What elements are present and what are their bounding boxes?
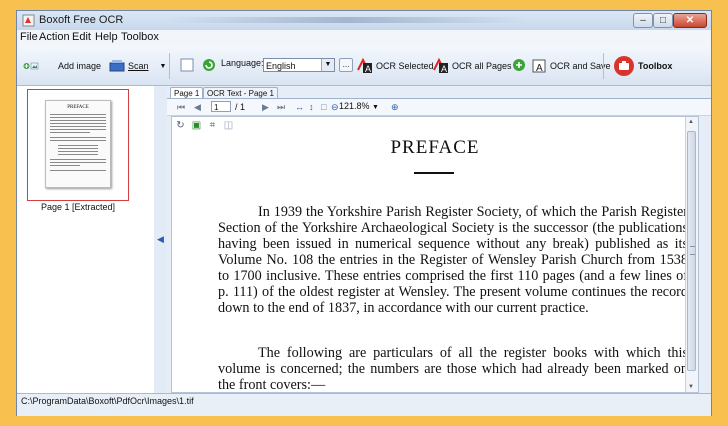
last-page-icon[interactable]: ⏭	[277, 101, 285, 113]
zoom-out-icon[interactable]: ⊖	[331, 101, 339, 113]
ocr-and-save-label: OCR and Save	[550, 61, 611, 71]
green-circle-icon[interactable]	[511, 57, 527, 73]
ocr-all-pages-icon: A	[433, 58, 448, 74]
crop-icon[interactable]: ⌗	[206, 119, 219, 132]
chevron-down-icon: ▼	[321, 59, 334, 71]
canvas-tools: ↻ ▣ ⌗ ◫	[174, 119, 235, 133]
title-decoration	[167, 17, 527, 23]
add-image-icon	[23, 62, 39, 70]
thumbnail-title: PREFACE	[67, 105, 89, 110]
fit-height-icon[interactable]: ↕	[309, 101, 314, 113]
maximize-button[interactable]: □	[653, 13, 673, 28]
menu-edit[interactable]: Edit	[72, 31, 91, 43]
minimize-button[interactable]: –	[633, 13, 653, 28]
vertical-scrollbar[interactable]: ▲ ▼	[685, 117, 698, 392]
ocr-selected-icon: A	[357, 58, 372, 74]
ocr-and-save-button[interactable]: A OCR and Save	[531, 58, 611, 74]
language-value: English	[266, 61, 296, 71]
scroll-up-icon[interactable]: ▲	[688, 119, 694, 125]
app-window: Boxoft Free OCR – □ ✕ File Action Edit H…	[16, 10, 712, 416]
scanner-icon	[109, 60, 125, 72]
status-path: C:\ProgramData\Boxoft\PdfOcr\Images\1.ti…	[21, 396, 194, 406]
svg-text:A: A	[441, 64, 447, 74]
rotate-icon[interactable]: ↻	[174, 119, 187, 132]
first-page-icon[interactable]: ⏮	[177, 101, 185, 113]
page-total: / 1	[235, 102, 246, 112]
toolbox-label: Toolbox	[638, 61, 673, 71]
toolbar-separator	[603, 53, 604, 79]
window-title: Boxoft Free OCR	[39, 14, 124, 26]
thumbnail-pane: PREFACE Page 1 [Extracted]	[17, 86, 155, 393]
document-paragraph: In 1939 the Yorkshire Parish Register So…	[218, 204, 688, 316]
add-image-button[interactable]: Add image	[23, 58, 101, 74]
zoom-value: 121.8%	[339, 101, 370, 111]
page-number-input[interactable]: 1	[211, 101, 231, 112]
status-bar: C:\ProgramData\Boxoft\PdfOcr\Images\1.ti…	[17, 393, 711, 416]
main-toolbar: Add image Scan ▼ Language: English ▼ ...…	[17, 45, 711, 86]
menu-action[interactable]: Action	[39, 31, 70, 43]
tab-strip: Page 1 OCR Text - Page 1	[167, 86, 711, 99]
deskew-icon[interactable]: ◫	[222, 119, 235, 132]
language-label: Language:	[221, 58, 264, 68]
refresh-green-icon[interactable]	[201, 57, 217, 73]
zoom-level[interactable]: 121.8% ▼	[339, 100, 379, 114]
scan-label: Scan	[128, 61, 149, 71]
app-logo-icon	[22, 14, 35, 27]
thumbnail-page-image: PREFACE	[45, 100, 111, 188]
title-rule	[414, 172, 454, 174]
menu-toolbox[interactable]: Toolbox	[121, 31, 159, 43]
thumbnail-label: Page 1 [Extracted]	[40, 202, 116, 212]
svg-text:A: A	[536, 63, 543, 74]
toolbox-icon	[614, 56, 634, 76]
zoom-in-icon[interactable]: ⊕	[391, 101, 399, 113]
document-title: PREFACE	[390, 137, 480, 158]
image-edit-icon[interactable]: ▣	[190, 119, 203, 132]
ocr-selected-label: OCR Selected	[376, 61, 434, 71]
actual-size-icon[interactable]: □	[321, 101, 326, 113]
menu-file[interactable]: File	[20, 31, 38, 43]
document-paragraph: The following are particulars of all the…	[218, 345, 688, 393]
pane-splitter[interactable]: ◀	[154, 86, 168, 393]
navigation-bar: ⏮ ◀ 1 / 1 ▶ ⏭ ↔ ↕ □ ⊖ 121.8% ▼ ⊕	[167, 98, 711, 116]
next-page-icon[interactable]: ▶	[262, 101, 269, 113]
toolbar-separator	[169, 53, 170, 79]
menu-help[interactable]: Help	[95, 31, 118, 43]
page-view-icon[interactable]	[179, 57, 195, 73]
language-select[interactable]: English ▼	[263, 58, 335, 72]
scan-button[interactable]: Scan ▼	[109, 58, 166, 74]
fit-width-icon[interactable]: ↔	[295, 101, 304, 113]
add-image-label: Add image	[58, 61, 102, 71]
ocr-selected-button[interactable]: A OCR Selected	[357, 58, 434, 74]
close-button[interactable]: ✕	[673, 13, 707, 28]
prev-page-icon[interactable]: ◀	[194, 101, 201, 113]
language-more-button[interactable]: ...	[339, 58, 353, 72]
collapse-arrow-icon[interactable]: ◀	[157, 234, 164, 245]
svg-text:A: A	[365, 64, 371, 74]
page-thumbnail[interactable]: PREFACE	[27, 89, 129, 201]
menu-bar: File Action Edit Help Toolbox	[17, 30, 711, 46]
toolbox-button[interactable]: Toolbox	[613, 55, 672, 77]
scroll-down-icon[interactable]: ▼	[688, 384, 694, 390]
title-bar: Boxoft Free OCR – □ ✕	[17, 11, 711, 31]
scroll-thumb[interactable]	[687, 131, 696, 371]
document-area: Page 1 OCR Text - Page 1 ⏮ ◀ 1 / 1 ▶ ⏭ ↔…	[167, 86, 711, 393]
ocr-all-pages-button[interactable]: A OCR all Pages	[433, 58, 512, 74]
ocr-all-pages-label: OCR all Pages	[452, 61, 512, 71]
scan-dropdown-icon[interactable]: ▼	[160, 63, 167, 70]
ocr-save-icon: A	[532, 59, 546, 74]
page-canvas[interactable]: ↻ ▣ ⌗ ◫ PREFACE In 1939 the Yorkshire Pa…	[171, 116, 699, 393]
